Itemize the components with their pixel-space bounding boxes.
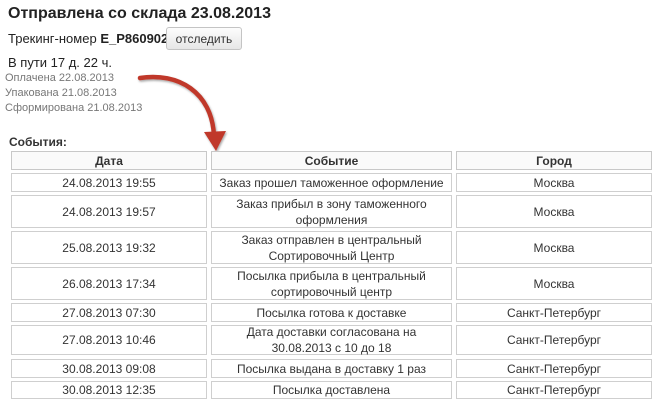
event-cell-date: 25.08.2013 19:32: [11, 231, 207, 264]
event-cell-event: Посылка готова к доставке: [211, 303, 452, 322]
event-cell-city: Москва: [456, 231, 652, 264]
event-cell-city: Москва: [456, 173, 652, 192]
event-cell-date: 26.08.2013 17:34: [11, 267, 207, 300]
transit-time: В пути 17 д. 22 ч.: [8, 55, 112, 70]
event-cell-event: Заказ прибыл в зону таможенного оформлен…: [211, 195, 452, 228]
event-cell-event: Заказ прошел таможенное оформление: [211, 173, 452, 192]
event-cell-city: Санкт-Петербург: [456, 303, 652, 322]
events-label: События:: [9, 135, 67, 149]
tracking-line: Трекинг-номер E_P860902: [8, 31, 168, 46]
event-cell-event: Посылка выдана в доставку 1 раз: [211, 359, 452, 378]
event-cell-city: Москва: [456, 195, 652, 228]
status-packed: Упакована 21.08.2013: [5, 87, 117, 99]
column-header-date: Дата: [11, 151, 207, 170]
event-cell-city: Санкт-Петербург: [456, 381, 652, 399]
tracking-label: Трекинг-номер: [8, 31, 97, 46]
tracking-number: E_P860902: [100, 31, 169, 46]
column-header-city: Город: [456, 151, 652, 170]
event-cell-event: Заказ отправлен в центральный Сортировоч…: [211, 231, 452, 264]
column-header-event: Событие: [211, 151, 452, 170]
event-cell-date: 24.08.2013 19:57: [11, 195, 207, 228]
event-cell-event: Дата доставки согласована на 30.08.2013 …: [211, 325, 452, 355]
event-cell-city: Санкт-Петербург: [456, 359, 652, 378]
status-formed: Сформирована 21.08.2013: [5, 102, 143, 114]
event-cell-event: Посылка прибыла в центральный сортировоч…: [211, 267, 452, 300]
event-cell-city: Москва: [456, 267, 652, 300]
event-cell-event: Посылка доставлена: [211, 381, 452, 399]
page-title: Отправлена со склада 23.08.2013: [8, 5, 271, 22]
event-cell-date: 27.08.2013 10:46: [11, 325, 207, 355]
event-cell-date: 27.08.2013 07:30: [11, 303, 207, 322]
event-cell-date: 30.08.2013 12:35: [11, 381, 207, 399]
event-cell-date: 24.08.2013 19:55: [11, 173, 207, 192]
track-button[interactable]: отследить: [166, 27, 242, 50]
event-cell-city: Санкт-Петербург: [456, 325, 652, 355]
status-paid: Оплачена 22.08.2013: [5, 72, 114, 84]
event-cell-date: 30.08.2013 09:08: [11, 359, 207, 378]
